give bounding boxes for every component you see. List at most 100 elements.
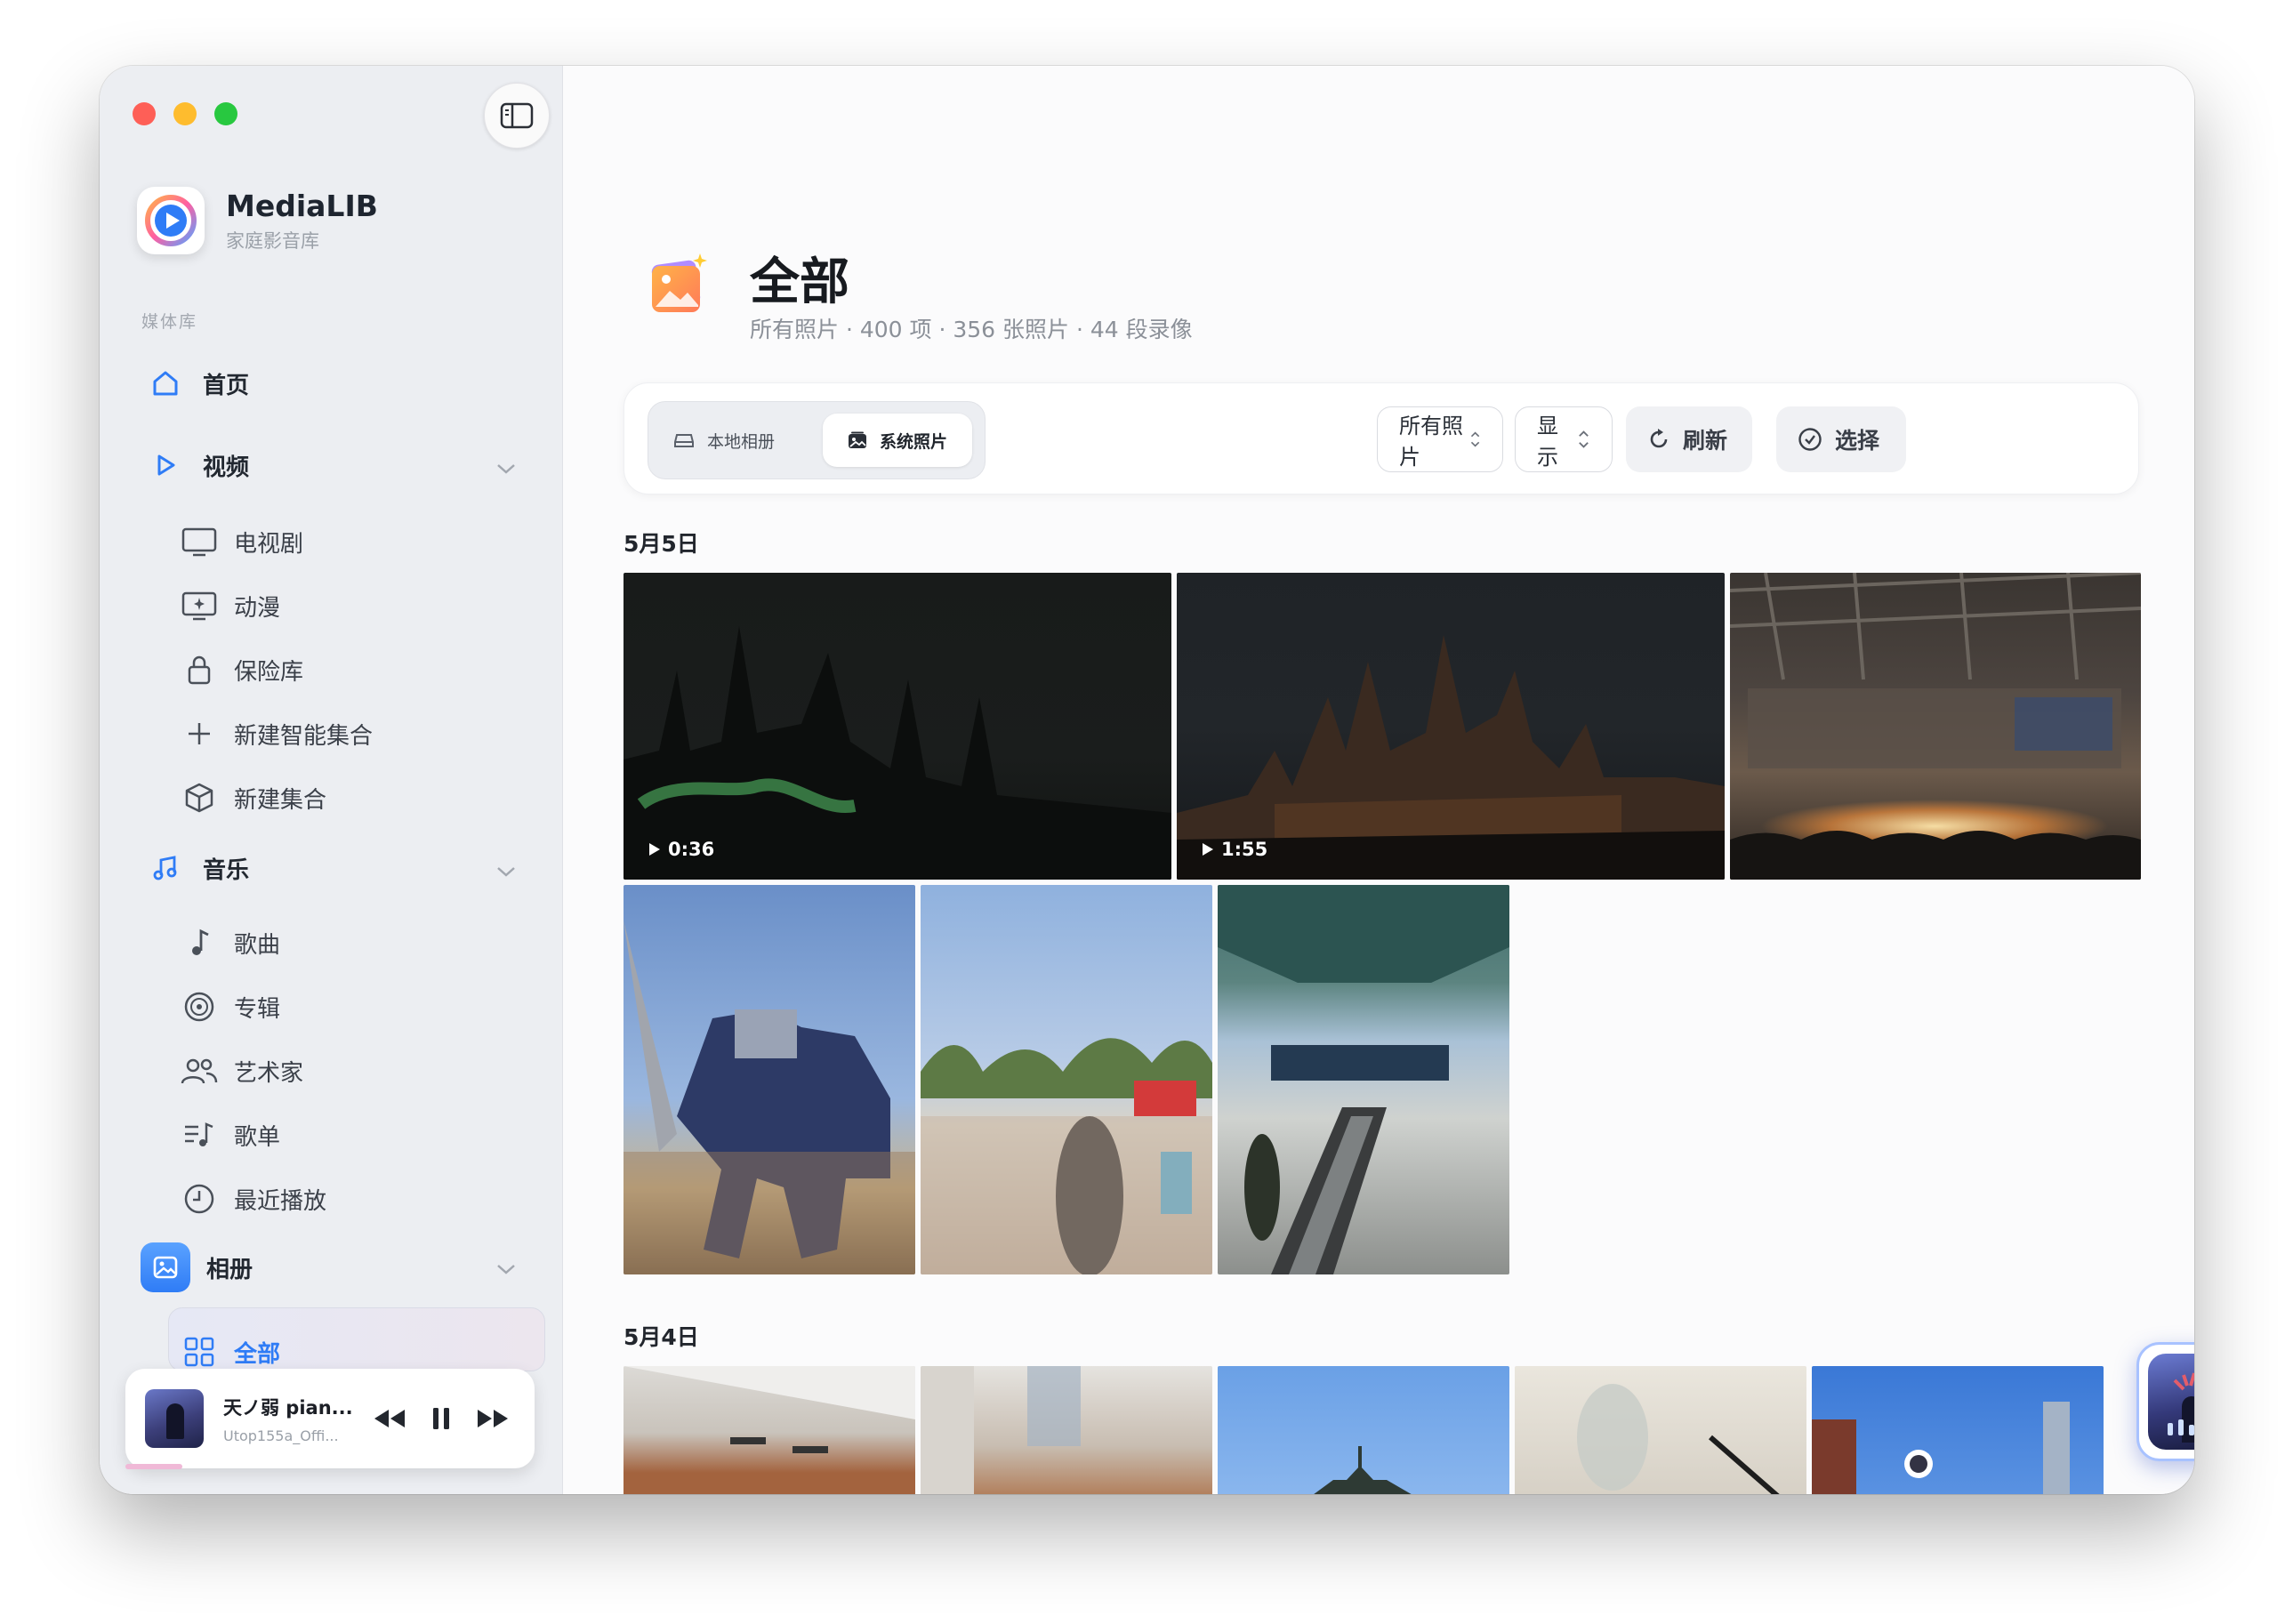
video-duration-badge: 0:36 (648, 839, 714, 860)
refresh-button[interactable]: 刷新 (1626, 406, 1752, 472)
tab-system-photos[interactable]: 系统照片 (823, 414, 973, 467)
grid-icon (179, 1331, 220, 1372)
now-playing-title: 天ノ弱 pian... (223, 1396, 353, 1419)
video-thumbnail[interactable]: 1:55 (1177, 573, 1725, 880)
cube-icon (179, 777, 220, 818)
chevron-updown-icon (1579, 430, 1589, 448)
sidebar-section-label: 媒体库 (141, 312, 198, 332)
video-duration: 1:55 (1221, 839, 1268, 860)
lock-icon (179, 649, 220, 690)
chevron-down-icon[interactable] (495, 864, 517, 879)
photo-thumbnail[interactable] (624, 1366, 915, 1494)
next-track-icon[interactable] (476, 1408, 510, 1429)
sidebar-item-label: 艺术家 (234, 1059, 304, 1087)
sidebar-item-photos[interactable]: 相册 (141, 1242, 253, 1292)
play-icon (146, 446, 185, 485)
sidebar-item-playlists[interactable]: 歌单 (179, 1114, 280, 1155)
sidebar-item-new-smart-collection[interactable]: 新建智能集合 (179, 713, 373, 754)
pause-icon[interactable] (431, 1406, 451, 1431)
disc-icon (179, 986, 220, 1027)
app-header: MediaLIB 家庭影音库 (137, 187, 378, 254)
sidebar-item-anime[interactable]: 动漫 (179, 585, 280, 626)
app-name: MediaLIB (226, 188, 378, 223)
video-thumbnail[interactable]: 0:36 (624, 573, 1171, 880)
tab-label: 本地相册 (707, 431, 776, 452)
sidebar-item-label: 全部 (234, 1340, 281, 1368)
tv-icon (179, 521, 220, 562)
chevron-updown-icon (1470, 431, 1480, 447)
app-window: MediaLIB 家庭影音库 媒体库 首页 视频 电视剧 动漫 保险库 新建智能… (100, 66, 2194, 1494)
playback-progress-bar[interactable] (125, 1464, 182, 1469)
previous-track-icon[interactable] (373, 1408, 406, 1429)
video-duration: 0:36 (668, 839, 715, 860)
photo-thumbnail[interactable] (1218, 885, 1509, 1274)
tab-label: 系统照片 (880, 431, 948, 452)
zoom-window-button[interactable] (214, 102, 237, 125)
sidebar-item-music[interactable]: 音乐 (146, 848, 249, 888)
sidebar-item-artists[interactable]: 艺术家 (179, 1050, 303, 1091)
chevron-down-icon[interactable] (495, 1262, 517, 1276)
toolbar: 本地相册 系统照片 所有照片 显示 刷新 选择 (624, 382, 2139, 494)
photo-thumbnail[interactable] (1812, 1366, 2104, 1494)
photo-thumbnail[interactable] (1218, 1366, 1509, 1494)
chevron-down-icon[interactable] (495, 462, 517, 476)
photo-thumbnail[interactable] (921, 1366, 1212, 1494)
date-group-header: 5月4日 (624, 1324, 699, 1350)
sidebar-item-label: 电视剧 (234, 530, 304, 558)
photo-thumbnail[interactable] (921, 885, 1212, 1274)
sidebar-item-label: 最近播放 (234, 1187, 327, 1215)
tab-local-album[interactable]: 本地相册 (648, 414, 800, 467)
main-content: 全部 所有照片 · 400 项 · 356 张照片 · 44 段录像 本地相册 … (563, 66, 2194, 1494)
now-playing-artwork[interactable] (145, 1389, 204, 1448)
photo-filter-select[interactable]: 所有照片 (1377, 406, 1503, 472)
now-playing-visualizer (2148, 1354, 2194, 1450)
sidebar-item-label: 视频 (203, 454, 250, 481)
refresh-label: 刷新 (1683, 428, 1728, 454)
mini-player[interactable]: 天ノ弱 pian... Utop155a_Offi... (125, 1369, 535, 1468)
display-select[interactable]: 显示 (1515, 406, 1613, 472)
checkmark-circle-icon (1798, 427, 1822, 452)
photo-thumbnail[interactable] (624, 885, 915, 1274)
sidebar-item-tv[interactable]: 电视剧 (179, 521, 303, 562)
select-label: 选择 (1835, 428, 1880, 454)
sidebar-item-recently-played[interactable]: 最近播放 (179, 1178, 326, 1219)
sidebar-item-albums[interactable]: 专辑 (179, 986, 280, 1027)
sidebar-item-label: 专辑 (234, 995, 281, 1023)
floating-now-playing-artwork[interactable] (2136, 1342, 2194, 1461)
music-note-icon (146, 848, 185, 888)
sidebar-item-label: 新建集合 (234, 786, 327, 814)
sidebar-toggle-button[interactable] (484, 83, 550, 149)
play-small-icon (649, 843, 660, 856)
sidebar-item-vault[interactable]: 保险库 (179, 649, 303, 690)
photo-thumbnail[interactable] (1730, 573, 2141, 880)
note-icon (179, 922, 220, 963)
photo-album-icon (141, 1242, 190, 1292)
select-button[interactable]: 选择 (1776, 406, 1906, 472)
sidebar-item-label: 首页 (203, 372, 250, 399)
page-title: 全部 (750, 253, 849, 311)
close-window-button[interactable] (133, 102, 156, 125)
photos-icon (848, 431, 867, 449)
sidebar-item-label: 动漫 (234, 594, 281, 622)
sidebar-item-label: 保险库 (234, 658, 304, 686)
clock-icon (179, 1178, 220, 1219)
page-subtitle: 所有照片 · 400 项 · 356 张照片 · 44 段录像 (750, 317, 1193, 342)
minimize-window-button[interactable] (173, 102, 197, 125)
sidebar-item-label: 音乐 (203, 856, 250, 884)
sidebar-item-label: 新建智能集合 (234, 722, 374, 750)
sidebar-item-video[interactable]: 视频 (146, 446, 249, 485)
date-group-header: 5月5日 (624, 531, 699, 557)
sidebar-item-songs[interactable]: 歌曲 (179, 922, 280, 963)
sidebar-item-new-collection[interactable]: 新建集合 (179, 777, 326, 818)
photo-thumbnail[interactable] (1515, 1366, 1806, 1494)
photos-hero-icon (643, 250, 714, 321)
sidebar-item-all-photos[interactable]: 全部 (179, 1331, 280, 1372)
refresh-icon (1647, 428, 1670, 451)
sidebar-toggle-icon (500, 102, 534, 129)
drive-icon (673, 431, 695, 449)
sidebar: MediaLIB 家庭影音库 媒体库 首页 视频 电视剧 动漫 保险库 新建智能… (100, 66, 563, 1494)
sidebar-item-home[interactable]: 首页 (146, 364, 249, 403)
video-duration-badge: 1:55 (1202, 839, 1267, 860)
sidebar-item-label: 相册 (206, 1256, 253, 1283)
now-playing-artist: Utop155a_Offi... (223, 1427, 339, 1444)
